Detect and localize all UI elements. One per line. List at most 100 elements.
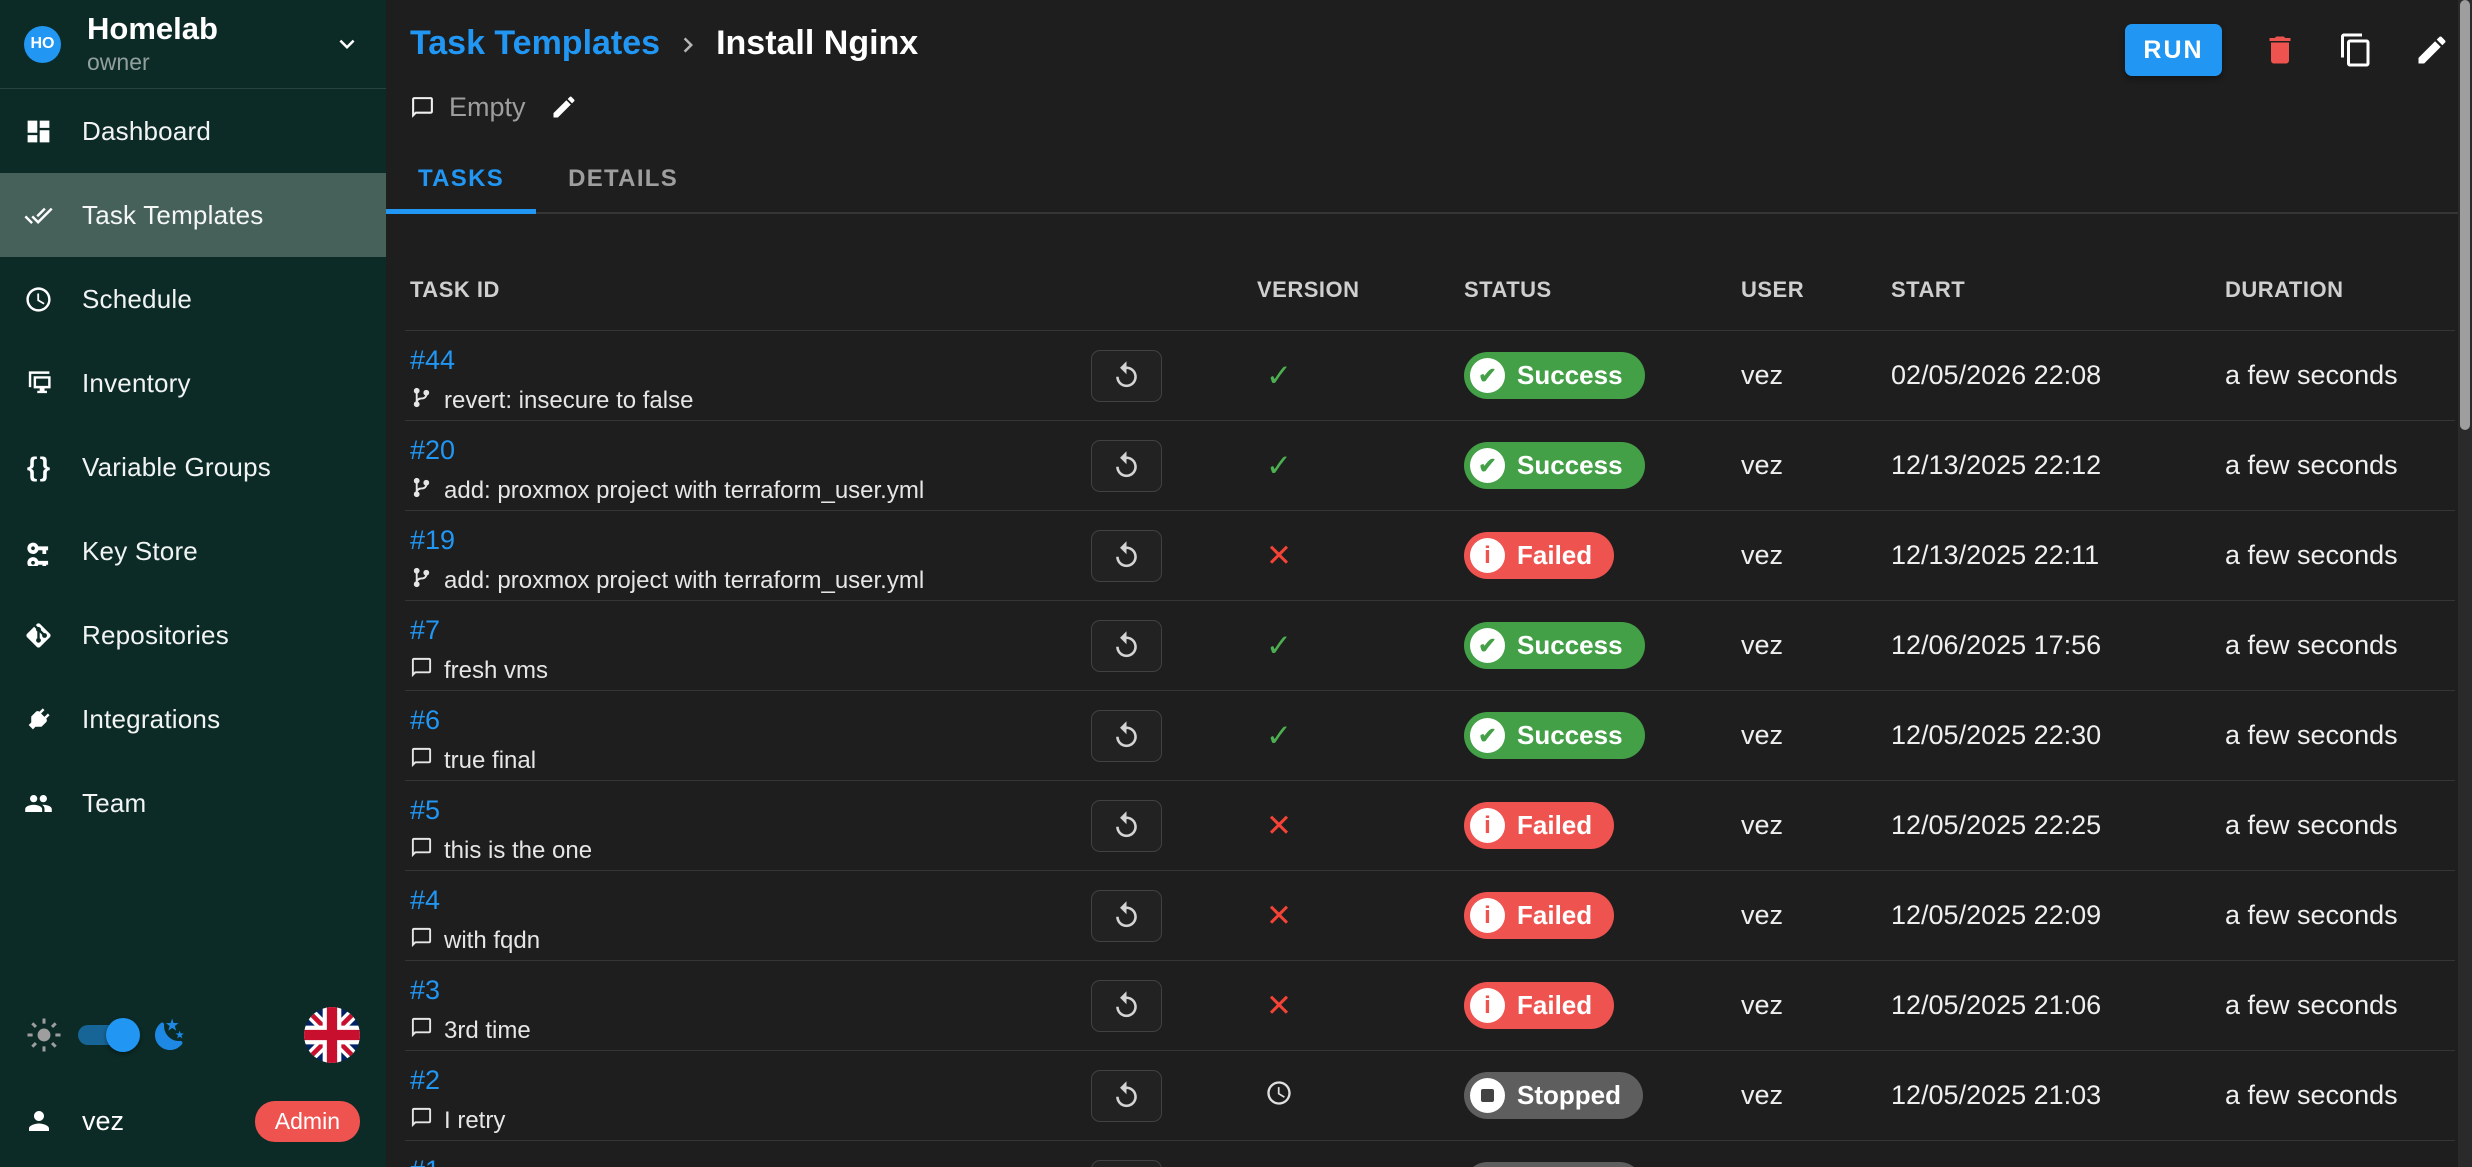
copy-icon [2338,32,2374,68]
status-badge-icon: i [1470,988,1505,1023]
user-menu[interactable]: vez Admin [0,1099,386,1143]
column-header-user: USER [1741,277,1891,303]
message-icon [410,1016,433,1046]
sidebar-item-team[interactable]: Team [0,761,386,845]
table-row: #3 3rd time ✕ i Failed vez 12/05/2025 21… [405,961,2455,1051]
task-id-link[interactable]: #20 [410,435,455,466]
task-comment: fresh vms [410,656,1091,686]
breadcrumb-task-templates-link[interactable]: Task Templates [410,24,660,63]
column-header-duration: DURATION [2225,277,2455,303]
message-icon [410,656,433,686]
task-user: vez [1741,1080,1891,1111]
table-row: #2 I retry Stopped vez 12/05/2025 21:03 … [405,1051,2455,1141]
task-id-link[interactable]: #44 [410,345,455,376]
status-badge: Stopped [1464,1162,1643,1167]
sidebar-item-repositories[interactable]: Repositories [0,593,386,677]
task-id-link[interactable]: #1 [410,1155,440,1167]
chevron-down-icon[interactable] [332,29,362,59]
status-badge: i Failed [1464,892,1614,939]
version-status-icon: ✕ [1257,538,1301,574]
git-icon [24,621,53,650]
status-badge-icon: i [1470,808,1505,843]
done-all-icon [24,201,53,230]
task-id-link[interactable]: #6 [410,705,440,736]
status-badge-icon: ✔ [1470,358,1505,393]
edit-description-pencil-icon[interactable] [550,93,578,121]
task-comment: true final [410,746,1091,776]
sidebar-item-integrations[interactable]: Integrations [0,677,386,761]
task-start-time: 12/06/2025 17:56 [1891,630,2225,661]
task-duration: a few seconds [2225,990,2455,1021]
moon-icon [152,1017,188,1053]
plug-icon [24,705,53,734]
sidebar-item-task-templates[interactable]: Task Templates [0,173,386,257]
status-badge: i Failed [1464,802,1614,849]
status-badge: ✔ Success [1464,352,1645,399]
scrollbar-track[interactable] [2458,0,2472,1167]
restart-task-button[interactable] [1091,800,1162,852]
task-id-link[interactable]: #2 [410,1065,440,1096]
status-badge-icon: i [1470,898,1505,933]
delete-template-button[interactable] [2262,32,2298,68]
restart-task-button[interactable] [1091,710,1162,762]
restart-task-button[interactable] [1091,530,1162,582]
dashboard-icon [24,117,53,146]
version-status-icon: ✓ [1257,628,1301,664]
description-message-icon [410,95,435,120]
column-header-status: STATUS [1464,277,1741,303]
task-id-link[interactable]: #5 [410,795,440,826]
task-duration: a few seconds [2225,900,2455,931]
version-status-icon: ✓ [1257,358,1301,394]
task-id-link[interactable]: #4 [410,885,440,916]
language-flag-uk[interactable] [304,1007,360,1063]
copy-template-button[interactable] [2338,32,2374,68]
restart-task-button[interactable] [1091,350,1162,402]
tab-details[interactable]: DETAILS [536,145,710,212]
edit-template-button[interactable] [2414,32,2450,68]
restart-task-button[interactable] [1091,620,1162,672]
sidebar-item-dashboard[interactable]: Dashboard [0,89,386,173]
status-badge-icon [1470,1078,1505,1113]
replay-icon [1111,720,1142,751]
pencil-icon [2414,32,2450,68]
task-comment: 3rd time [410,1016,1091,1046]
restart-task-button[interactable] [1091,1160,1162,1167]
task-id-link[interactable]: #19 [410,525,455,556]
task-id-link[interactable]: #3 [410,975,440,1006]
sidebar-item-key-store[interactable]: Key Store [0,509,386,593]
task-user: vez [1741,630,1891,661]
username: vez [82,1106,124,1137]
chevron-right-icon [673,30,703,60]
person-icon [24,1106,54,1136]
task-start-time: 12/13/2025 22:11 [1891,540,2225,571]
tab-tasks[interactable]: TASKS [386,145,536,212]
sidebar: HO Homelab owner Dashboard Task Template… [0,0,386,1167]
run-button[interactable]: RUN [2125,24,2222,76]
restart-task-button[interactable] [1091,1070,1162,1122]
task-start-time: 12/05/2025 22:30 [1891,720,2225,751]
restart-task-button[interactable] [1091,980,1162,1032]
restart-task-button[interactable] [1091,890,1162,942]
task-history-table: TASK ID VERSION STATUS USER START DURATI… [405,250,2455,1167]
version-status-icon: ✕ [1257,808,1301,844]
status-badge: ✔ Success [1464,712,1645,759]
replay-icon [1111,450,1142,481]
restart-task-button[interactable] [1091,440,1162,492]
version-status-icon: ✕ [1257,988,1301,1024]
task-start-time: 12/05/2025 21:03 [1891,1080,2225,1111]
git-branch-icon [410,386,433,416]
replay-icon [1111,990,1142,1021]
admin-badge: Admin [255,1101,360,1142]
status-badge-icon: ✔ [1470,628,1505,663]
task-id-link[interactable]: #7 [410,615,440,646]
theme-toggle[interactable] [78,1025,136,1045]
team-selector[interactable]: HO Homelab owner [0,0,386,89]
sidebar-item-variable-groups[interactable]: { } Variable Groups [0,425,386,509]
task-start-time: 12/05/2025 22:25 [1891,810,2225,841]
scrollbar-thumb[interactable] [2460,0,2470,430]
task-start-time: 02/05/2026 22:08 [1891,360,2225,391]
version-status-icon: ✓ [1257,448,1301,484]
sidebar-item-schedule[interactable]: Schedule [0,257,386,341]
sidebar-item-inventory[interactable]: Inventory [0,341,386,425]
task-user: vez [1741,810,1891,841]
